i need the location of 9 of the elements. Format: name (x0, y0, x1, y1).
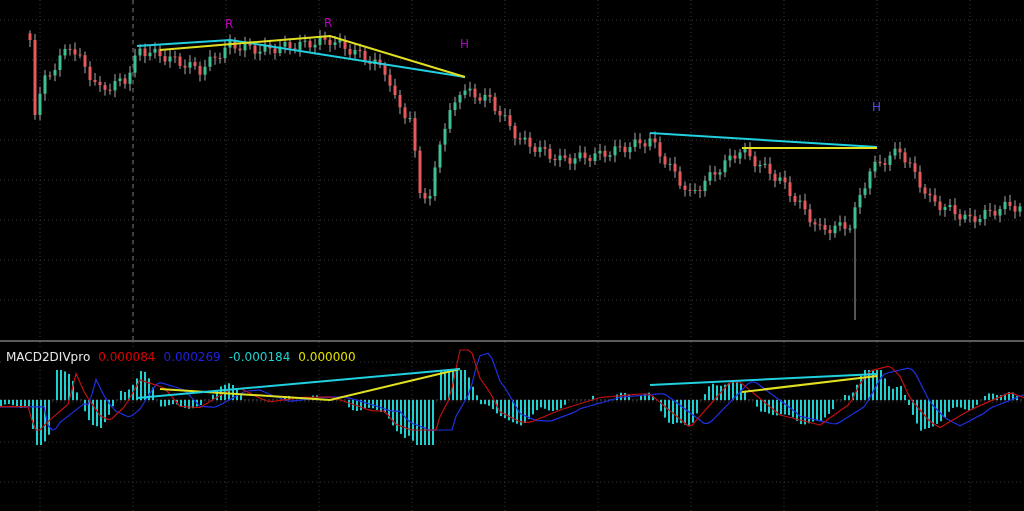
pattern-label: R (324, 17, 333, 29)
pattern-label: R (225, 18, 234, 30)
indicator-value: 0.000084 (98, 350, 156, 364)
indicator-value: 0.000269 (163, 350, 221, 364)
indicator-value: -0.000184 (228, 350, 291, 364)
pattern-label: H (460, 38, 470, 50)
indicator-value: 0.000000 (298, 350, 356, 364)
indicator-name: MACD2DIVpro (6, 350, 91, 364)
pattern-label: H (872, 101, 882, 113)
